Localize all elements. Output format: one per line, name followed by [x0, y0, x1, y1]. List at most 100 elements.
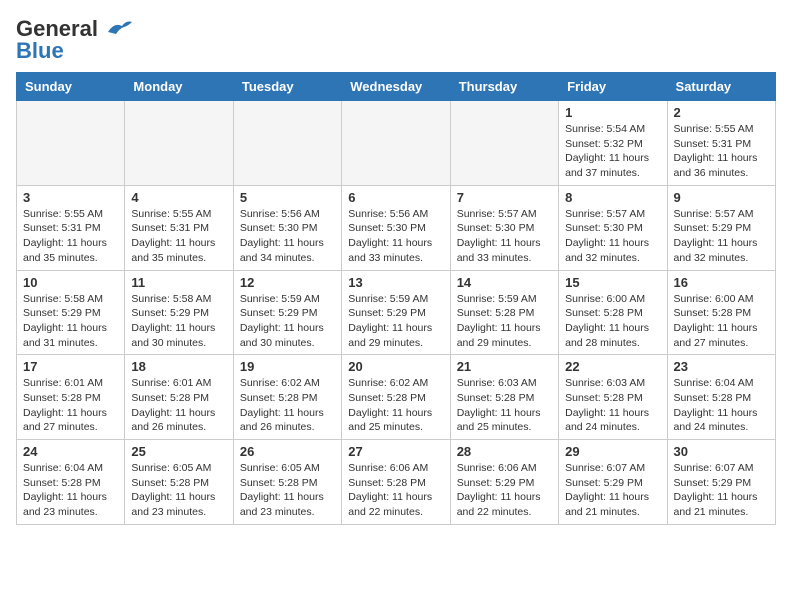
day-info: Sunrise: 6:06 AM Sunset: 5:29 PM Dayligh… — [457, 461, 552, 520]
day-number: 23 — [674, 359, 769, 374]
weekday-header-tuesday: Tuesday — [233, 73, 341, 101]
calendar-cell: 14 Sunrise: 5:59 AM Sunset: 5:28 PM Dayli… — [450, 270, 558, 355]
day-number: 13 — [348, 275, 443, 290]
day-number: 12 — [240, 275, 335, 290]
day-number: 15 — [565, 275, 660, 290]
day-number: 25 — [131, 444, 226, 459]
calendar-cell: 9 Sunrise: 5:57 AM Sunset: 5:29 PM Daylig… — [667, 185, 775, 270]
day-number: 6 — [348, 190, 443, 205]
calendar-cell: 27 Sunrise: 6:06 AM Sunset: 5:28 PM Dayli… — [342, 440, 450, 525]
day-info: Sunrise: 5:54 AM Sunset: 5:32 PM Dayligh… — [565, 122, 660, 181]
day-number: 10 — [23, 275, 118, 290]
day-info: Sunrise: 6:04 AM Sunset: 5:28 PM Dayligh… — [674, 376, 769, 435]
day-number: 5 — [240, 190, 335, 205]
day-number: 17 — [23, 359, 118, 374]
day-info: Sunrise: 6:07 AM Sunset: 5:29 PM Dayligh… — [565, 461, 660, 520]
day-info: Sunrise: 6:05 AM Sunset: 5:28 PM Dayligh… — [131, 461, 226, 520]
calendar-cell: 18Sunrise: 6:01 AM Sunset: 5:28 PM Dayli… — [125, 355, 233, 440]
day-number: 30 — [674, 444, 769, 459]
calendar-cell: 4 Sunrise: 5:55 AM Sunset: 5:31 PM Daylig… — [125, 185, 233, 270]
calendar-cell: 3 Sunrise: 5:55 AM Sunset: 5:31 PM Daylig… — [17, 185, 125, 270]
day-number: 2 — [674, 105, 769, 120]
day-number: 9 — [674, 190, 769, 205]
day-number: 27 — [348, 444, 443, 459]
day-info: Sunrise: 6:01 AM Sunset: 5:28 PM Dayligh… — [23, 376, 118, 435]
day-number: 3 — [23, 190, 118, 205]
day-number: 7 — [457, 190, 552, 205]
calendar-cell: 17 Sunrise: 6:01 AM Sunset: 5:28 PM Dayli… — [17, 355, 125, 440]
day-info: Sunrise: 5:57 AM Sunset: 5:30 PM Dayligh… — [565, 207, 660, 266]
calendar-cell: 28Sunrise: 6:06 AM Sunset: 5:29 PM Dayli… — [450, 440, 558, 525]
calendar-cell: 19 Sunrise: 6:02 AM Sunset: 5:28 PM Dayli… — [233, 355, 341, 440]
day-number: 1 — [565, 105, 660, 120]
day-info: Sunrise: 6:06 AM Sunset: 5:28 PM Dayligh… — [348, 461, 443, 520]
day-info: Sunrise: 5:57 AM Sunset: 5:30 PM Dayligh… — [457, 207, 552, 266]
day-info: Sunrise: 5:56 AM Sunset: 5:30 PM Dayligh… — [348, 207, 443, 266]
calendar-cell: 20 Sunrise: 6:02 AM Sunset: 5:28 PM Dayli… — [342, 355, 450, 440]
day-number: 16 — [674, 275, 769, 290]
logo: General Blue — [16, 16, 132, 64]
day-number: 24 — [23, 444, 118, 459]
calendar-cell: 16 Sunrise: 6:00 AM Sunset: 5:28 PM Dayli… — [667, 270, 775, 355]
day-number: 4 — [131, 190, 226, 205]
calendar-cell: 11 Sunrise: 5:58 AM Sunset: 5:29 PM Dayli… — [125, 270, 233, 355]
day-info: Sunrise: 6:05 AM Sunset: 5:28 PM Dayligh… — [240, 461, 335, 520]
calendar-week-row: 17 Sunrise: 6:01 AM Sunset: 5:28 PM Dayli… — [17, 355, 776, 440]
calendar-week-row: 1 Sunrise: 5:54 AM Sunset: 5:32 PM Daylig… — [17, 101, 776, 186]
day-info: Sunrise: 5:55 AM Sunset: 5:31 PM Dayligh… — [131, 207, 226, 266]
calendar-week-row: 24Sunrise: 6:04 AM Sunset: 5:28 PM Dayli… — [17, 440, 776, 525]
day-number: 20 — [348, 359, 443, 374]
day-number: 8 — [565, 190, 660, 205]
calendar-cell: 1 Sunrise: 5:54 AM Sunset: 5:32 PM Daylig… — [559, 101, 667, 186]
day-info: Sunrise: 5:57 AM Sunset: 5:29 PM Dayligh… — [674, 207, 769, 266]
calendar-cell — [450, 101, 558, 186]
calendar-week-row: 3 Sunrise: 5:55 AM Sunset: 5:31 PM Daylig… — [17, 185, 776, 270]
calendar-cell: 10 Sunrise: 5:58 AM Sunset: 5:29 PM Dayli… — [17, 270, 125, 355]
calendar-cell — [233, 101, 341, 186]
day-number: 29 — [565, 444, 660, 459]
weekday-header-sunday: Sunday — [17, 73, 125, 101]
day-info: Sunrise: 5:59 AM Sunset: 5:29 PM Dayligh… — [240, 292, 335, 351]
page-header: General Blue — [16, 16, 776, 64]
day-info: Sunrise: 5:55 AM Sunset: 5:31 PM Dayligh… — [674, 122, 769, 181]
day-number: 26 — [240, 444, 335, 459]
day-info: Sunrise: 5:56 AM Sunset: 5:30 PM Dayligh… — [240, 207, 335, 266]
day-info: Sunrise: 5:55 AM Sunset: 5:31 PM Dayligh… — [23, 207, 118, 266]
calendar-cell — [17, 101, 125, 186]
weekday-header-thursday: Thursday — [450, 73, 558, 101]
calendar-cell: 25 Sunrise: 6:05 AM Sunset: 5:28 PM Dayli… — [125, 440, 233, 525]
day-number: 11 — [131, 275, 226, 290]
calendar-cell: 7 Sunrise: 5:57 AM Sunset: 5:30 PM Daylig… — [450, 185, 558, 270]
calendar-cell: 2 Sunrise: 5:55 AM Sunset: 5:31 PM Daylig… — [667, 101, 775, 186]
day-info: Sunrise: 6:00 AM Sunset: 5:28 PM Dayligh… — [674, 292, 769, 351]
calendar-cell — [342, 101, 450, 186]
calendar-week-row: 10 Sunrise: 5:58 AM Sunset: 5:29 PM Dayli… — [17, 270, 776, 355]
day-info: Sunrise: 5:58 AM Sunset: 5:29 PM Dayligh… — [131, 292, 226, 351]
day-info: Sunrise: 5:59 AM Sunset: 5:28 PM Dayligh… — [457, 292, 552, 351]
day-info: Sunrise: 6:00 AM Sunset: 5:28 PM Dayligh… — [565, 292, 660, 351]
calendar-cell: 23 Sunrise: 6:04 AM Sunset: 5:28 PM Dayli… — [667, 355, 775, 440]
calendar-cell: 13 Sunrise: 5:59 AM Sunset: 5:29 PM Dayli… — [342, 270, 450, 355]
calendar-cell: 22Sunrise: 6:03 AM Sunset: 5:28 PM Dayli… — [559, 355, 667, 440]
day-info: Sunrise: 5:58 AM Sunset: 5:29 PM Dayligh… — [23, 292, 118, 351]
day-info: Sunrise: 6:03 AM Sunset: 5:28 PM Dayligh… — [457, 376, 552, 435]
day-number: 19 — [240, 359, 335, 374]
calendar-cell: 26 Sunrise: 6:05 AM Sunset: 5:28 PM Dayli… — [233, 440, 341, 525]
calendar-table: SundayMondayTuesdayWednesdayThursdayFrid… — [16, 72, 776, 525]
day-info: Sunrise: 6:02 AM Sunset: 5:28 PM Dayligh… — [348, 376, 443, 435]
calendar-cell: 24Sunrise: 6:04 AM Sunset: 5:28 PM Dayli… — [17, 440, 125, 525]
calendar-header-row: SundayMondayTuesdayWednesdayThursdayFrid… — [17, 73, 776, 101]
weekday-header-saturday: Saturday — [667, 73, 775, 101]
calendar-cell: 8 Sunrise: 5:57 AM Sunset: 5:30 PM Daylig… — [559, 185, 667, 270]
weekday-header-wednesday: Wednesday — [342, 73, 450, 101]
day-info: Sunrise: 6:02 AM Sunset: 5:28 PM Dayligh… — [240, 376, 335, 435]
day-number: 22 — [565, 359, 660, 374]
day-info: Sunrise: 5:59 AM Sunset: 5:29 PM Dayligh… — [348, 292, 443, 351]
calendar-cell: 12 Sunrise: 5:59 AM Sunset: 5:29 PM Dayli… — [233, 270, 341, 355]
calendar-cell: 15 Sunrise: 6:00 AM Sunset: 5:28 PM Dayli… — [559, 270, 667, 355]
day-info: Sunrise: 6:01 AM Sunset: 5:28 PM Dayligh… — [131, 376, 226, 435]
day-number: 14 — [457, 275, 552, 290]
weekday-header-monday: Monday — [125, 73, 233, 101]
calendar-cell: 21Sunrise: 6:03 AM Sunset: 5:28 PM Dayli… — [450, 355, 558, 440]
calendar-cell: 6 Sunrise: 5:56 AM Sunset: 5:30 PM Daylig… — [342, 185, 450, 270]
